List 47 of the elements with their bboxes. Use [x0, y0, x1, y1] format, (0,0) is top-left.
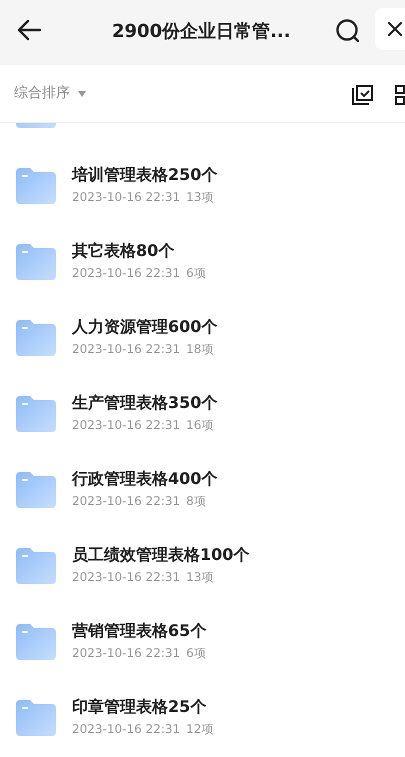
modified-date: 2023-10-16 22:31 [72, 569, 180, 585]
modified-date: 2023-10-16 22:31 [72, 645, 180, 661]
folder-row[interactable]: 印章管理表格25个 2023-10-16 22:31 12项 [0, 680, 405, 756]
modified-date: 2023-10-16 22:31 [72, 265, 180, 281]
item-count: 18项 [186, 341, 214, 357]
caret-icon [78, 90, 86, 96]
folder-row[interactable]: 营销管理表格65个 2023-10-16 22:31 6项 [0, 604, 405, 680]
modified-date: 2023-10-16 22:31 [72, 189, 180, 205]
item-count: 8项 [186, 493, 206, 509]
folder-row[interactable]: 培训管理表格250个 2023-10-16 22:31 13项 [0, 148, 405, 224]
search-icon[interactable] [335, 18, 361, 44]
modified-date: 2023-10-16 22:31 [72, 721, 180, 737]
item-count: 6项 [186, 645, 206, 661]
folder-name: 印章管理表格25个 [72, 697, 208, 717]
item-count: 13项 [186, 569, 214, 585]
folder-icon [16, 396, 56, 432]
folder-name: 生产管理表格350个 [72, 393, 218, 413]
item-count: 12项 [186, 721, 214, 737]
folder-row[interactable]: 人力资源管理600个 2023-10-16 22:31 18项 [0, 300, 405, 376]
folder-name: 培训管理表格250个 [72, 165, 218, 185]
item-count: 13项 [186, 189, 214, 205]
grid-view-icon[interactable] [395, 85, 405, 105]
folder-name: 员工绩效管理表格100个 [72, 545, 250, 565]
folder-icon [16, 472, 56, 508]
folder-icon [16, 244, 56, 280]
item-count: 6项 [186, 265, 206, 281]
folder-row[interactable]: 其它表格80个 2023-10-16 22:31 6项 [0, 224, 405, 300]
folder-row[interactable]: 生产管理表格350个 2023-10-16 22:31 16项 [0, 376, 405, 452]
folder-icon [16, 168, 56, 204]
folder-icon [16, 548, 56, 584]
modified-date: 2023-10-16 22:31 [72, 417, 180, 433]
back-arrow-icon[interactable] [16, 18, 42, 42]
folder-icon [16, 700, 56, 736]
folder-name: 营销管理表格65个 [72, 621, 206, 641]
folder-row[interactable]: 员工绩效管理表格100个 2023-10-16 22:31 13项 [0, 528, 405, 604]
close-icon [387, 21, 403, 37]
multi-select-icon[interactable] [352, 85, 373, 105]
folder-row[interactable]: 行政管理表格400个 2023-10-16 22:31 8项 [0, 452, 405, 528]
folder-icon [16, 320, 56, 356]
item-count: 16项 [186, 417, 214, 433]
modified-date: 2023-10-16 22:31 [72, 493, 180, 509]
window-title: 2900份企业日常管... [112, 20, 291, 44]
folder-name: 人力资源管理600个 [72, 317, 218, 337]
folder-name: 其它表格80个 [72, 241, 176, 261]
folder-icon [16, 624, 56, 660]
modified-date: 2023-10-16 22:31 [72, 341, 180, 357]
folder-name: 行政管理表格400个 [72, 469, 218, 489]
